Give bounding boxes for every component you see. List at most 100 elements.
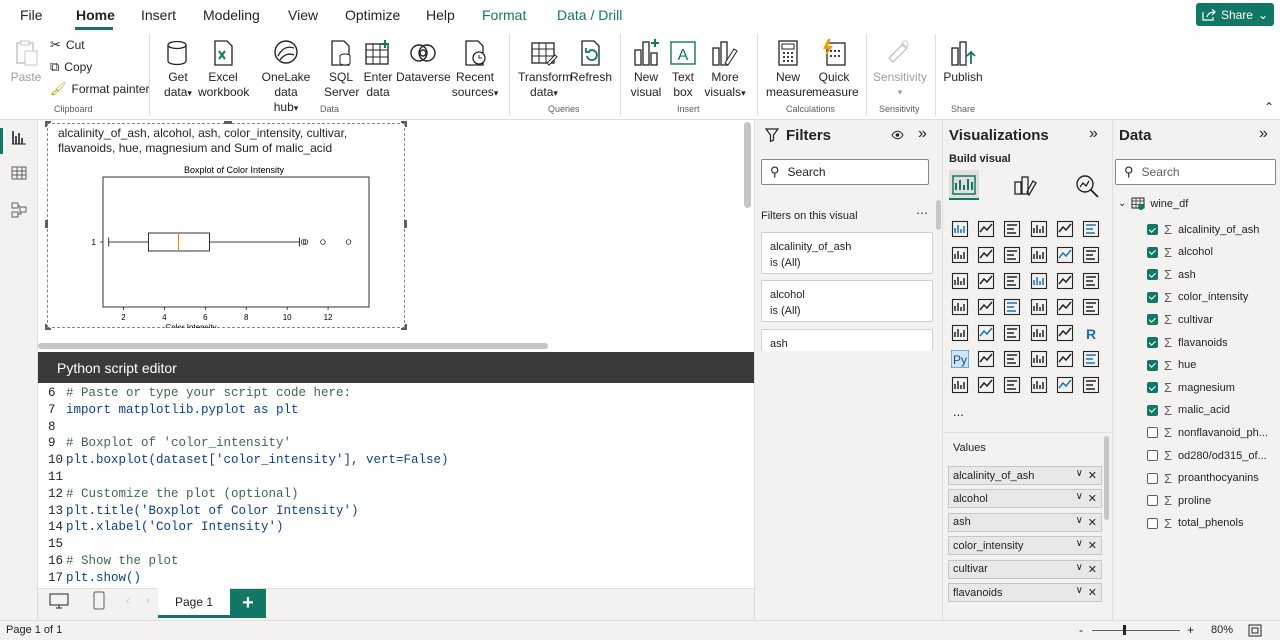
field-checkbox[interactable] [1147,382,1158,394]
menu-format[interactable]: Format [482,7,526,23]
collapse-ribbon-icon[interactable]: ⌃ [1264,100,1274,114]
trophy-icon[interactable] [1082,350,1100,368]
desktop-layout-icon[interactable] [49,593,69,609]
field-item[interactable]: Σtotal_phenols [1147,516,1244,531]
card-icon[interactable] [1082,298,1100,316]
chevron-right-icon[interactable]: › [146,595,150,607]
chevron-down-icon[interactable]: ∨ [1076,562,1083,573]
analytics-icon[interactable] [1074,174,1100,198]
sensitivity-button[interactable]: Sensitivity ▾ [872,38,928,100]
field-item[interactable]: Σcultivar [1147,312,1213,327]
resize-handle[interactable] [224,121,232,124]
excel-workbook-button[interactable]: Excel workbook [198,38,249,100]
field-checkbox[interactable] [1147,337,1158,348]
menu-data-drill[interactable]: Data / Drill [557,7,622,23]
field-item[interactable]: Σalcohol [1147,245,1213,260]
cut-button[interactable]: ✂ Cut [50,37,85,53]
field-checkbox[interactable] [1147,224,1158,235]
wells-scrollbar[interactable] [1104,436,1109,520]
resize-handle[interactable] [45,121,51,127]
field-item[interactable]: Σnonflavanoid_ph... [1147,425,1268,440]
new-visual-button[interactable]: New visual [628,38,664,100]
collapse-data-icon[interactable]: » [1259,125,1268,143]
field-item[interactable]: Σalcalinity_of_ash [1147,222,1259,237]
code-line[interactable]: 13 plt.title('Boxplot of Color Intensity'… [48,503,359,520]
100-column-icon[interactable] [1082,220,1100,238]
more-options-icon[interactable]: ⋯ [916,206,928,220]
menu-help[interactable]: Help [426,7,455,23]
paste-button[interactable]: Paste [10,38,42,85]
code-line[interactable]: 8 [48,419,66,436]
chevron-down-icon[interactable]: ∨ [1076,468,1083,479]
clustered-bar-icon[interactable] [1003,220,1021,238]
stacked-column-icon[interactable] [977,220,995,238]
funnel-icon[interactable] [977,272,995,290]
filter-card[interactable]: alcalinity_of_ash is (All) [761,232,933,274]
field-item[interactable]: Σash [1147,267,1196,282]
field-checkbox[interactable] [1147,246,1158,258]
collapse-visualizations-icon[interactable]: » [1089,125,1098,143]
resize-handle[interactable] [404,220,407,228]
recent-sources-button[interactable]: Recent sources▾ [450,38,500,101]
clustered-column-icon[interactable] [1030,220,1048,238]
field-checkbox[interactable] [1147,450,1158,461]
donut-icon[interactable] [1056,272,1074,290]
gauge-icon[interactable] [1056,298,1074,316]
r-visual-icon[interactable]: R [1082,324,1100,342]
shape-map-icon[interactable] [1003,298,1021,316]
field-checkbox[interactable] [1147,314,1158,326]
funnel-alt-icon[interactable] [951,272,969,290]
data-search-input[interactable]: ⚲ Search [1115,159,1276,185]
field-checkbox[interactable] [1147,404,1158,416]
field-checkbox[interactable] [1147,359,1158,371]
sql-server-button[interactable]: SQL Server [324,38,359,100]
menu-optimize[interactable]: Optimize [345,7,400,23]
chevron-down-icon[interactable]: ∨ [1076,491,1083,502]
power-automate-icon[interactable] [1003,376,1021,394]
remove-field-icon[interactable]: ✕ [1088,586,1097,599]
format-visual-icon[interactable] [1013,174,1039,198]
filters-scrollbar[interactable] [936,200,941,230]
filled-map-icon[interactable] [977,298,995,316]
remove-field-icon[interactable]: ✕ [1088,469,1097,482]
python-visual-icon[interactable]: Py [951,350,969,368]
field-checkbox[interactable] [1147,517,1158,529]
chevron-down-icon[interactable]: ∨ [1076,515,1083,526]
menu-home[interactable]: Home [76,7,115,23]
code-line[interactable]: 6 # Paste or type your script code here: [48,385,351,402]
remove-field-icon[interactable]: ✕ [1088,516,1097,529]
power-apps-icon[interactable] [977,376,995,394]
filters-search-input[interactable]: ⚲ Search [761,159,929,185]
field-item[interactable]: Σmalic_acid [1147,403,1230,418]
menu-view[interactable]: View [288,7,318,23]
value-well-item[interactable]: flavanoids ∨ ✕ [948,583,1102,602]
slicer-icon[interactable] [1003,324,1021,342]
area-icon[interactable] [977,246,995,264]
remove-field-icon[interactable]: ✕ [1088,492,1097,505]
get-data-button[interactable]: Get data▾ [158,38,198,101]
zoom-slider-thumb[interactable] [1123,625,1126,635]
code-line[interactable]: 7 import matplotlib.pyplot as plt [48,402,299,419]
python-visual[interactable]: alcalinity_of_ash, alcohol, ash, color_i… [45,121,407,330]
field-item[interactable]: Σhue [1147,358,1196,373]
field-checkbox[interactable] [1147,269,1158,281]
field-checkbox[interactable] [1147,291,1158,303]
table-icon[interactable] [1030,324,1048,342]
onelake-hub-button[interactable]: OneLake data hub▾ [250,38,322,116]
field-item[interactable]: Σod280/od315_of... [1147,448,1267,463]
value-well-item[interactable]: ash ∨ ✕ [948,512,1102,532]
text-box-button[interactable]: A Text box [666,38,700,100]
stacked-area-icon[interactable] [1003,246,1021,264]
qna-icon[interactable] [1030,350,1048,368]
scatter-icon[interactable] [1003,272,1021,290]
collapse-filters-icon[interactable]: » [918,125,927,143]
transform-data-button[interactable]: Transform data▾ [518,38,572,101]
value-well-item[interactable]: cultivar ∨ ✕ [948,559,1102,579]
filter-card[interactable]: ash [761,329,933,351]
eye-icon[interactable] [891,130,904,140]
copy-button[interactable]: ⧉ Copy [50,59,92,75]
smart-narrative-icon[interactable] [1056,350,1074,368]
resize-handle[interactable] [401,121,407,127]
canvas-horizontal-scrollbar[interactable] [38,343,548,349]
waterfall-icon[interactable] [1082,246,1100,264]
